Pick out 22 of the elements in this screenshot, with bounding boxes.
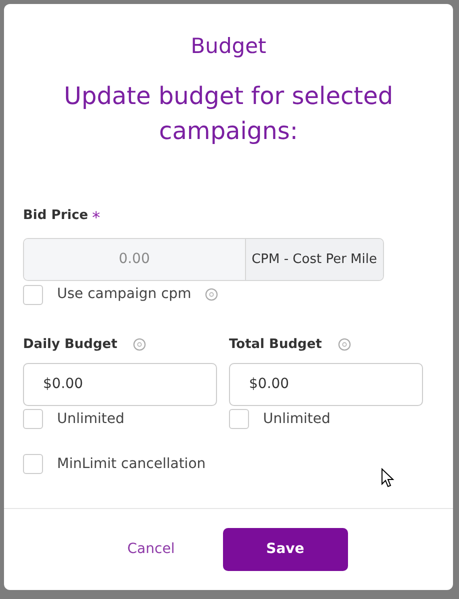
cancel-button[interactable]: Cancel <box>119 539 183 560</box>
checkbox-label: MinLimit cancellation <box>57 454 206 474</box>
budget-field[interactable]: $0.00 <box>229 362 423 406</box>
checkbox[interactable] <box>23 409 43 429</box>
field-label: Bid Price <box>23 207 88 225</box>
budget-field[interactable]: $0.00 <box>23 362 217 406</box>
checkbox[interactable] <box>229 409 249 429</box>
help-icon[interactable] <box>338 338 351 352</box>
input-addon: CPM - Cost Per Mile <box>244 239 383 280</box>
checkbox[interactable] <box>23 454 43 474</box>
modal-title: Budget <box>190 34 266 60</box>
field-label: Daily Budget <box>23 336 118 354</box>
save-button[interactable]: Save <box>222 528 348 571</box>
help-icon[interactable] <box>133 338 146 352</box>
checkbox-label: Use campaign cpm <box>57 285 192 304</box>
mouse-pointer-icon <box>381 468 395 488</box>
checkbox-label: Unlimited <box>57 410 124 428</box>
help-icon[interactable] <box>205 288 218 301</box>
modal-subtitle: Update budget for selected campaigns: <box>62 81 394 148</box>
required-mark: * <box>92 207 100 229</box>
field-label: Total Budget <box>229 336 322 354</box>
checkbox-label: Unlimited <box>263 410 330 428</box>
